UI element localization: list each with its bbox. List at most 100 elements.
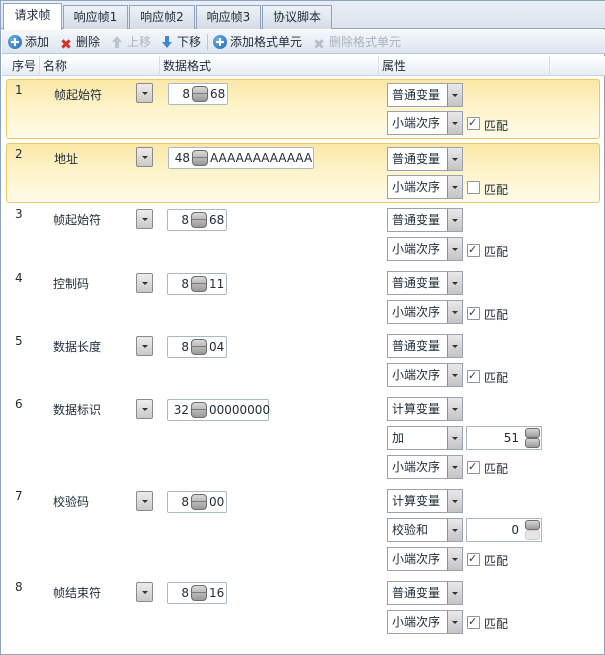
data-format-field[interactable]: 8 00	[167, 491, 227, 513]
byte-order-select[interactable]: 小端次序	[387, 610, 463, 634]
match-label: 匹配	[484, 554, 509, 568]
arrow-up-icon	[110, 35, 124, 49]
format-handle[interactable]	[192, 86, 208, 102]
col-header-no[interactable]: 序号	[8, 56, 40, 76]
byte-order-select[interactable]: 小端次序	[387, 300, 463, 324]
name-dropdown-button[interactable]	[136, 83, 153, 103]
name-dropdown-button[interactable]	[136, 273, 153, 293]
match-checkbox[interactable]	[467, 615, 480, 629]
col-header-name[interactable]: 名称	[39, 56, 160, 76]
col-header-format[interactable]: 数据格式	[159, 56, 379, 76]
format-handle[interactable]	[191, 585, 207, 601]
variable-type-select[interactable]: 普通变量	[387, 83, 463, 107]
table-row[interactable]: 8 帧结束符 8 16 普通变量 小端次序 匹配	[2, 580, 605, 640]
format-handle[interactable]	[191, 339, 207, 355]
table-row[interactable]: 7 校验码 8 00 计算变量 校验和 0 小端次序 匹配	[2, 489, 605, 577]
match-checkbox[interactable]	[467, 306, 480, 320]
match-label: 匹配	[484, 119, 509, 133]
tab-response-frame-3[interactable]: 响应帧3	[196, 5, 261, 29]
name-dropdown-button[interactable]	[136, 582, 153, 602]
delete-format-unit-label: 删除格式单元	[329, 35, 402, 49]
row-name: 帧起始符	[53, 213, 102, 227]
delete-button[interactable]: ✖ 删除	[59, 33, 100, 52]
byte-order-select[interactable]: 小端次序	[387, 363, 463, 387]
byte-order-select[interactable]: 小端次序	[387, 455, 463, 479]
spinner-down-button[interactable]	[525, 530, 540, 540]
row-name: 数据长度	[53, 340, 102, 354]
operation-value-spinner[interactable]: 51	[466, 426, 542, 450]
tab-response-frame-1[interactable]: 响应帧1	[63, 5, 128, 29]
format-handle[interactable]	[191, 276, 207, 292]
add-format-unit-button[interactable]: 添加格式单元	[213, 33, 302, 51]
byte-order-select[interactable]: 小端次序	[387, 237, 463, 261]
variable-type-select[interactable]: 计算变量	[387, 397, 463, 421]
tab-protocol-script[interactable]: 协议脚本	[262, 5, 332, 29]
move-up-button[interactable]: 上移	[110, 33, 151, 51]
data-format-field[interactable]: 48 AAAAAAAAAAAA	[168, 147, 314, 169]
format-handle[interactable]	[191, 402, 207, 418]
match-label: 匹配	[484, 462, 509, 476]
format-value: 11	[209, 277, 225, 291]
variable-type-select[interactable]: 普通变量	[387, 334, 463, 358]
table-row[interactable]: 3 帧起始符 8 68 普通变量 小端次序 匹配	[2, 207, 605, 267]
match-checkbox[interactable]	[467, 181, 480, 194]
table-row[interactable]: 1 帧起始符 8 68 普通变量 小端次序 匹配	[6, 79, 600, 139]
variable-type-select[interactable]: 普通变量	[387, 271, 463, 295]
tab-request-frame[interactable]: 请求帧	[3, 3, 62, 30]
chevron-down-icon	[447, 611, 462, 633]
variable-type-select[interactable]: 普通变量	[387, 208, 463, 232]
byte-order-select[interactable]: 小端次序	[387, 547, 463, 571]
bit-length: 8	[181, 495, 189, 509]
data-format-field[interactable]: 8 68	[167, 209, 227, 231]
delete-format-unit-button[interactable]: ✖ 删除格式单元	[312, 33, 402, 52]
data-format-field[interactable]: 8 04	[167, 336, 227, 358]
data-format-field[interactable]: 8 16	[167, 582, 227, 604]
match-checkbox[interactable]	[467, 460, 480, 474]
operation-value-spinner[interactable]: 0	[466, 518, 542, 542]
format-handle[interactable]	[191, 494, 207, 510]
name-dropdown-button[interactable]	[136, 209, 153, 229]
chevron-down-icon	[447, 272, 462, 294]
row-name: 地址	[54, 152, 79, 166]
add-button[interactable]: 添加	[8, 33, 49, 51]
chevron-down-icon	[447, 301, 462, 323]
tab-response-frame-2[interactable]: 响应帧2	[129, 5, 195, 29]
spinner-up-button[interactable]	[525, 428, 540, 438]
bit-length: 8	[181, 213, 189, 227]
bit-length: 48	[174, 151, 190, 165]
format-value: 68	[209, 213, 225, 227]
name-dropdown-button[interactable]	[136, 336, 153, 356]
byte-order-select[interactable]: 小端次序	[387, 111, 463, 135]
table-row[interactable]: 5 数据长度 8 04 普通变量 小端次序 匹配	[2, 334, 605, 394]
match-checkbox[interactable]	[467, 552, 480, 566]
name-dropdown-button[interactable]	[136, 399, 153, 419]
table-row[interactable]: 2 地址 48 AAAAAAAAAAAA 普通变量 小端次序 匹配	[6, 143, 600, 203]
move-down-button[interactable]: 下移	[160, 33, 201, 51]
operation-select[interactable]: 加	[387, 426, 463, 450]
data-format-field[interactable]: 8 11	[167, 273, 227, 295]
match-label: 匹配	[484, 245, 509, 259]
match-checkbox[interactable]	[467, 116, 480, 130]
variable-type-select[interactable]: 普通变量	[387, 581, 463, 605]
byte-order-select[interactable]: 小端次序	[387, 175, 463, 199]
data-format-field[interactable]: 8 68	[168, 83, 228, 105]
table-row[interactable]: 4 控制码 8 11 普通变量 小端次序 匹配	[2, 271, 605, 331]
format-handle[interactable]	[191, 212, 207, 228]
match-checkbox[interactable]	[467, 243, 480, 257]
variable-type-select[interactable]: 计算变量	[387, 489, 463, 513]
name-dropdown-button[interactable]	[136, 147, 153, 167]
table-row[interactable]: 6 数据标识 32 00000000 计算变量 加 51 小端次序 匹配	[2, 397, 605, 485]
match-checkbox[interactable]	[467, 369, 480, 383]
spinner-up-button[interactable]	[525, 520, 540, 530]
variable-type-select[interactable]: 普通变量	[387, 147, 463, 171]
chevron-down-icon	[447, 84, 462, 106]
chevron-down-icon	[447, 238, 462, 260]
col-header-attr[interactable]: 属性	[378, 56, 550, 76]
format-handle[interactable]	[192, 150, 208, 166]
spinner-down-button[interactable]	[525, 438, 540, 448]
data-format-field[interactable]: 32 00000000	[167, 399, 270, 421]
operation-select[interactable]: 校验和	[387, 518, 463, 542]
name-dropdown-button[interactable]	[136, 491, 153, 511]
plus-icon	[8, 35, 22, 49]
match-label: 匹配	[484, 308, 509, 322]
